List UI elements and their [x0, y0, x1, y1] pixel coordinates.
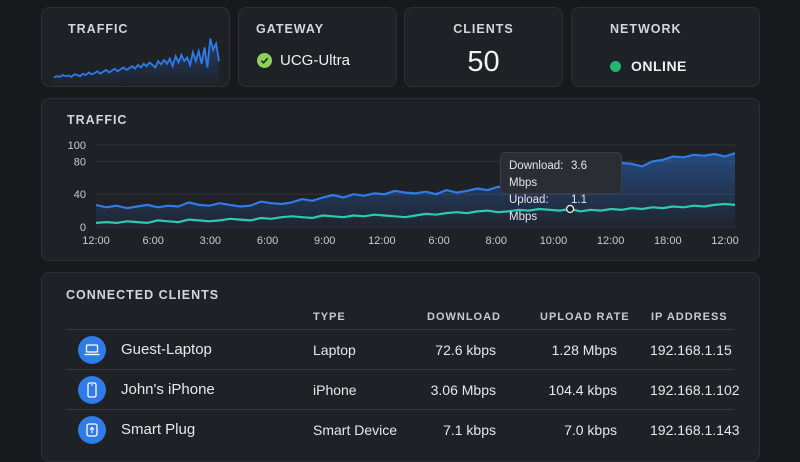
client-type: Smart Device [313, 422, 398, 438]
network-status: ONLINE [631, 58, 687, 74]
clients-count: 50 [467, 46, 500, 78]
table-row[interactable]: Guest-Laptop Laptop 72.6 kbps 1.28 Mbps … [66, 329, 734, 370]
client-download: 3.06 Mbps [430, 382, 496, 398]
column-header-type[interactable]: TYPE [313, 311, 346, 323]
client-name: Guest-Laptop [121, 341, 212, 358]
client-name: John's iPhone [121, 381, 215, 398]
client-download: 7.1 kbps [443, 422, 496, 438]
table-row[interactable]: John's iPhone iPhone 3.06 Mbps 104.4 kbp… [66, 369, 740, 410]
plug-icon [78, 416, 106, 444]
client-ip-address: 192.168.1.15 [650, 342, 732, 358]
client-type: Laptop [313, 342, 356, 358]
network-card[interactable]: NETWORK ONLINE [571, 7, 760, 87]
gateway-card[interactable]: GATEWAY UCG-Ultra [238, 7, 397, 87]
clients-card[interactable]: CLIENTS 50 [404, 7, 563, 87]
client-type: iPhone [313, 382, 357, 398]
traffic-chart-panel: TRAFFIC [41, 98, 760, 261]
network-card-label: NETWORK [610, 22, 682, 36]
tooltip-upload-label: Upload: [509, 194, 549, 206]
client-ip-address: 192.168.1.143 [650, 422, 740, 438]
column-header-download[interactable]: DOWNLOAD [427, 311, 501, 323]
traffic-summary-card[interactable]: TRAFFIC [41, 7, 230, 87]
clients-panel-title: CONNECTED CLIENTS [66, 288, 220, 302]
gateway-card-label: GATEWAY [256, 22, 325, 36]
client-download: 72.6 kbps [435, 342, 496, 358]
column-header-upload-rate[interactable]: UPLOAD RATE [540, 311, 630, 323]
gateway-name: UCG-Ultra [280, 52, 350, 69]
table-row[interactable]: Smart Plug Smart Device 7.1 kbps 7.0 kbp… [66, 409, 740, 450]
check-circle-icon [257, 53, 272, 68]
chart-panel-title: TRAFFIC [67, 113, 128, 127]
client-ip-address: 192.168.1.102 [650, 382, 740, 398]
client-upload-rate: 7.0 kbps [564, 422, 617, 438]
client-upload-rate: 104.4 kbps [548, 382, 618, 398]
sparkline-area [54, 38, 219, 84]
chart-tooltip: Download: 3.6 Mbps Upload: 1.1 Mbps [500, 152, 622, 223]
phone-icon [78, 376, 106, 404]
laptop-icon [78, 336, 106, 364]
client-upload-rate: 1.28 Mbps [551, 342, 617, 358]
client-name: Smart Plug [121, 421, 196, 438]
tooltip-download-label: Download: [509, 160, 564, 172]
clients-card-label: CLIENTS [453, 22, 514, 36]
traffic-sparkline [53, 38, 220, 84]
online-status-dot-icon [610, 60, 621, 72]
column-header-ip-address[interactable]: IP ADDRESS [651, 311, 728, 323]
